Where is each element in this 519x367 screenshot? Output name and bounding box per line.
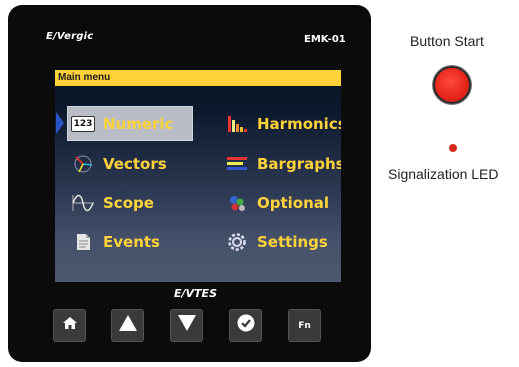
menu-item-label: Numeric [103, 115, 174, 133]
menu-item-harmonics[interactable]: Harmonics [225, 109, 341, 139]
bargraphs-icon [225, 154, 249, 174]
ok-button[interactable] [229, 309, 262, 342]
menu-item-numeric[interactable]: 123 Numeric [71, 109, 173, 139]
display-screen: Main menu 123 Numeric Vectors Scope Even… [55, 70, 341, 282]
selection-arrow-icon [56, 112, 64, 134]
device-body: E/Vergic EMK-01 Main menu 123 Numeric Ve… [8, 5, 371, 362]
menu-title-bar: Main menu [55, 70, 341, 86]
up-button[interactable] [111, 309, 144, 342]
brand-logo: E/Vergic [46, 31, 94, 42]
settings-icon [225, 232, 249, 252]
vectors-icon [71, 154, 95, 174]
harmonics-icon [225, 114, 249, 134]
menu-item-optional[interactable]: Optional [225, 188, 329, 218]
arrow-up-icon [118, 314, 138, 337]
model-label: EMK-01 [304, 34, 346, 45]
down-button[interactable] [170, 309, 203, 342]
check-icon [237, 314, 255, 337]
scope-icon [71, 193, 95, 213]
numeric-123-icon: 123 [71, 114, 95, 134]
manufacturer-logo: E/VTES [174, 287, 217, 300]
home-icon [62, 315, 78, 336]
menu-item-events[interactable]: Events [71, 227, 160, 257]
menu-item-label: Scope [103, 194, 154, 212]
menu-item-vectors[interactable]: Vectors [71, 149, 167, 179]
menu-item-label: Harmonics [257, 115, 341, 133]
menu-item-settings[interactable]: Settings [225, 227, 328, 257]
fn-button[interactable]: Fn [288, 309, 321, 342]
home-button[interactable] [53, 309, 86, 342]
optional-icon [225, 193, 249, 213]
menu-item-label: Bargraphs [257, 155, 341, 173]
arrow-down-icon [177, 314, 197, 337]
menu-item-label: Vectors [103, 155, 167, 173]
menu-item-label: Optional [257, 194, 330, 212]
menu-item-scope[interactable]: Scope [71, 188, 154, 218]
menu-item-label: Events [103, 233, 160, 251]
menu-item-bargraphs[interactable]: Bargraphs [225, 149, 341, 179]
menu-item-label: Settings [257, 233, 328, 251]
events-icon [71, 232, 95, 252]
start-button[interactable] [433, 66, 471, 104]
signalization-led [449, 144, 457, 152]
button-start-label: Button Start [410, 33, 484, 49]
fn-icon: Fn [298, 320, 311, 331]
signalization-led-label: Signalization LED [388, 166, 499, 182]
